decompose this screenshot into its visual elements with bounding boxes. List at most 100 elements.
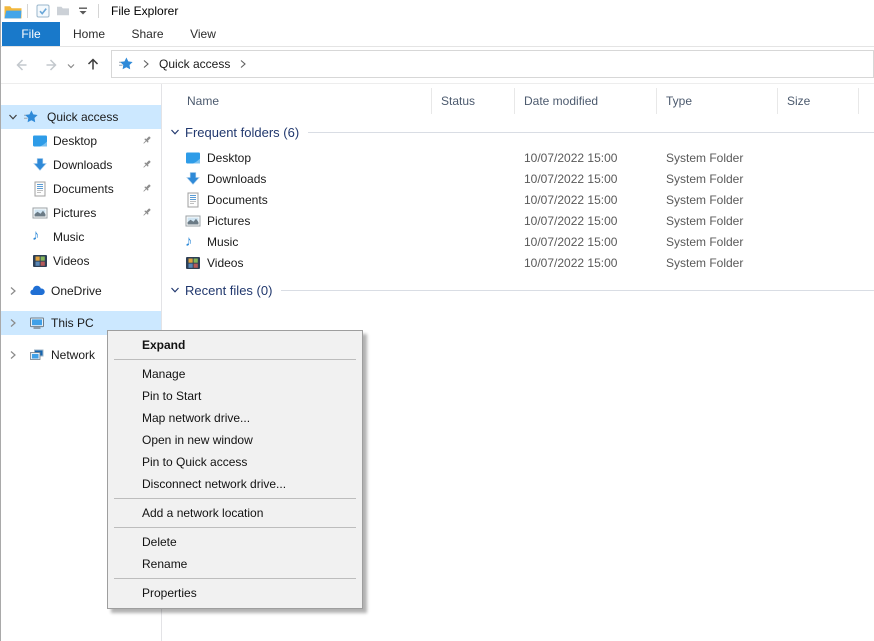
file-date-modified: 10/07/2022 15:00	[515, 256, 657, 270]
file-row-pictures[interactable]: Pictures 10/07/2022 15:00 System Folder	[162, 210, 874, 231]
chevron-right-icon[interactable]	[8, 318, 18, 328]
quick-access-icon	[118, 56, 134, 72]
sidebar-item-label: Downloads	[53, 158, 112, 172]
properties-icon	[35, 3, 51, 19]
menu-item-pin-to-start[interactable]: Pin to Start	[108, 385, 362, 407]
group-divider-line	[308, 132, 874, 133]
file-type: System Folder	[657, 256, 778, 270]
sidebar-item-label: OneDrive	[51, 284, 102, 298]
sidebar-item-pictures[interactable]: Pictures	[1, 201, 161, 225]
tab-view[interactable]: View	[176, 22, 230, 46]
menu-item-properties[interactable]: Properties	[108, 582, 362, 604]
menu-item-open-in-new-window[interactable]: Open in new window	[108, 429, 362, 451]
sidebar-item-desktop[interactable]: Desktop	[1, 129, 161, 153]
file-name: Videos	[207, 256, 243, 270]
desktop-icon	[32, 133, 48, 149]
menu-item-manage[interactable]: Manage	[108, 363, 362, 385]
music-icon: ♪	[185, 234, 201, 250]
group-header-recent-files[interactable]: Recent files (0)	[162, 279, 874, 301]
file-row-desktop[interactable]: Desktop 10/07/2022 15:00 System Folder	[162, 147, 874, 168]
file-row-documents[interactable]: Documents 10/07/2022 15:00 System Folder	[162, 189, 874, 210]
back-arrow-icon[interactable]	[13, 57, 29, 73]
column-header-type[interactable]: Type	[657, 88, 778, 114]
monitor-icon	[29, 315, 45, 331]
file-type: System Folder	[657, 214, 778, 228]
sidebar-item-label: Quick access	[47, 110, 118, 124]
videos-icon	[185, 255, 201, 271]
column-header-name[interactable]: Name	[162, 88, 432, 114]
pin-icon[interactable]	[140, 206, 153, 219]
menu-separator	[114, 359, 356, 360]
downloads-icon	[185, 171, 201, 187]
up-arrow-icon[interactable]	[85, 56, 101, 72]
properties-button[interactable]	[34, 2, 52, 20]
recent-locations-chevron-icon[interactable]	[65, 60, 77, 72]
file-name: Downloads	[207, 172, 266, 186]
file-name: Desktop	[207, 151, 251, 165]
chevron-right-icon[interactable]	[8, 286, 18, 296]
context-menu-this-pc: Expand Manage Pin to Start Map network d…	[107, 330, 363, 609]
breadcrumb-chevron-icon[interactable]	[239, 58, 247, 70]
pin-icon[interactable]	[140, 134, 153, 147]
menu-item-expand[interactable]: Expand	[108, 334, 362, 356]
menu-item-map-network-drive[interactable]: Map network drive...	[108, 407, 362, 429]
file-row-music[interactable]: ♪Music 10/07/2022 15:00 System Folder	[162, 231, 874, 252]
sidebar-item-downloads[interactable]: Downloads	[1, 153, 161, 177]
file-date-modified: 10/07/2022 15:00	[515, 172, 657, 186]
group-label: Frequent folders (6)	[185, 125, 299, 140]
sidebar-item-label: Documents	[53, 182, 114, 196]
documents-icon	[32, 181, 48, 197]
breadcrumb-chevron-icon[interactable]	[142, 58, 150, 70]
file-type: System Folder	[657, 151, 778, 165]
menu-item-disconnect-network-drive[interactable]: Disconnect network drive...	[108, 473, 362, 495]
desktop-icon	[185, 150, 201, 166]
column-header-date-modified[interactable]: Date modified	[515, 88, 657, 114]
file-explorer-window: File Explorer File Home Share View Quick…	[0, 0, 874, 641]
file-date-modified: 10/07/2022 15:00	[515, 214, 657, 228]
sidebar-item-label: Videos	[53, 254, 89, 268]
pin-icon[interactable]	[140, 158, 153, 171]
sidebar-item-music[interactable]: ♪ Music	[1, 225, 161, 249]
toolbar-separator	[27, 4, 28, 18]
file-type: System Folder	[657, 235, 778, 249]
column-header-status[interactable]: Status	[432, 88, 515, 114]
new-folder-button[interactable]	[54, 2, 72, 20]
new-folder-icon	[55, 3, 71, 19]
sidebar-item-onedrive[interactable]: OneDrive	[1, 279, 161, 303]
file-name: Music	[207, 235, 238, 249]
menu-item-rename[interactable]: Rename	[108, 553, 362, 575]
group-header-frequent-folders[interactable]: Frequent folders (6)	[162, 121, 874, 143]
breadcrumb-location[interactable]: Quick access	[159, 57, 230, 71]
sidebar-item-label: Pictures	[53, 206, 96, 220]
chevron-right-icon[interactable]	[8, 350, 18, 360]
tab-home[interactable]: Home	[60, 22, 118, 46]
file-name: Documents	[207, 193, 268, 207]
documents-icon	[185, 192, 201, 208]
menu-item-pin-to-quick-access[interactable]: Pin to Quick access	[108, 451, 362, 473]
tab-share[interactable]: Share	[119, 22, 176, 46]
toolbar-separator	[98, 4, 99, 18]
sidebar-item-quick-access[interactable]: Quick access	[1, 105, 161, 129]
videos-icon	[32, 253, 48, 269]
music-icon: ♪	[32, 227, 40, 244]
file-row-downloads[interactable]: Downloads 10/07/2022 15:00 System Folder	[162, 168, 874, 189]
chevron-down-icon[interactable]	[170, 285, 180, 295]
file-row-videos[interactable]: Videos 10/07/2022 15:00 System Folder	[162, 252, 874, 273]
chevron-down-icon[interactable]	[170, 127, 180, 137]
file-explorer-icon	[4, 4, 22, 19]
chevron-down-icon[interactable]	[8, 112, 18, 122]
navigation-bar: Quick access	[1, 47, 874, 84]
menu-item-add-a-network-location[interactable]: Add a network location	[108, 502, 362, 524]
menu-item-delete[interactable]: Delete	[108, 531, 362, 553]
column-header-size[interactable]: Size	[778, 88, 859, 114]
frequent-folders-list: Desktop 10/07/2022 15:00 System Folder D…	[162, 147, 874, 273]
forward-arrow-icon[interactable]	[44, 57, 60, 73]
sidebar-item-documents[interactable]: Documents	[1, 177, 161, 201]
tab-file[interactable]: File	[2, 22, 60, 46]
sidebar-item-videos[interactable]: Videos	[1, 249, 161, 273]
pin-icon[interactable]	[140, 182, 153, 195]
customize-quick-access-toolbar-button[interactable]	[74, 2, 92, 20]
group-label: Recent files (0)	[185, 283, 272, 298]
address-bar[interactable]: Quick access	[111, 50, 874, 78]
column-headers: Name Status Date modified Type Size	[162, 88, 874, 114]
